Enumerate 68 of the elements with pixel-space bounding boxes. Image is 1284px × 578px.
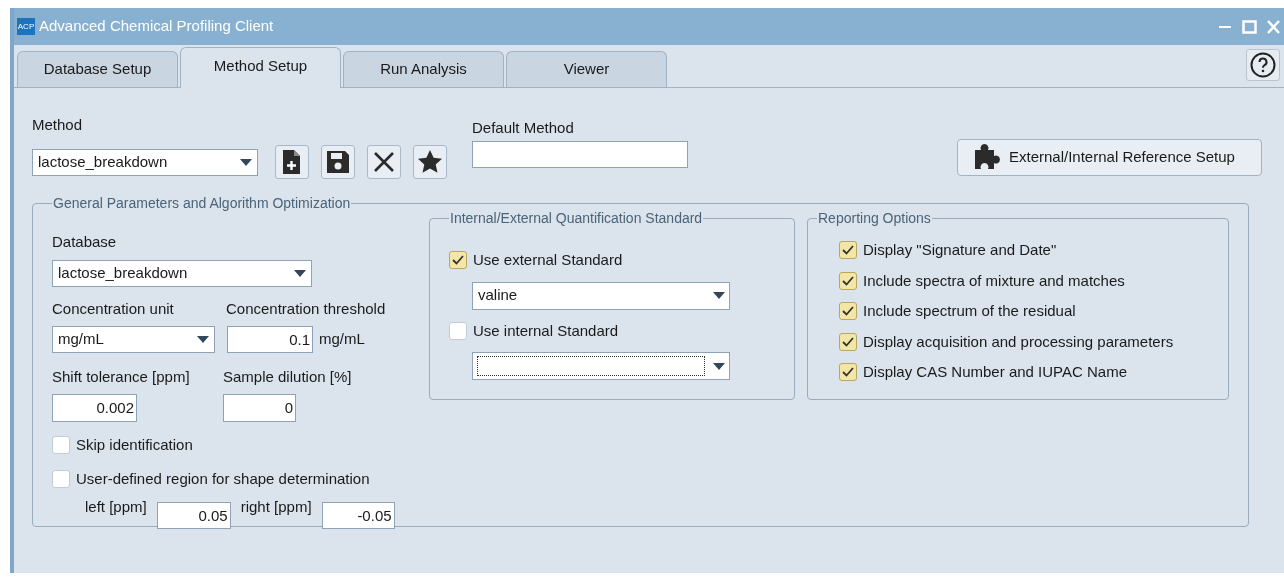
field-label: Default Method xyxy=(472,118,575,138)
checkbox[interactable] xyxy=(52,470,70,489)
delete-method-button[interactable] xyxy=(367,145,401,179)
window-title: Advanced Chemical Profiling Client xyxy=(39,16,274,37)
caret-icon xyxy=(713,362,725,370)
unit-dropdown[interactable]: mg/mL xyxy=(52,326,215,353)
standard-dropdown[interactable]: valine xyxy=(472,281,730,310)
checkmark-icon xyxy=(842,367,854,378)
checkbox-label[interactable]: Display "Signature and Date" xyxy=(863,239,1057,262)
caret-icon xyxy=(294,269,306,277)
field-label: Concentration threshold xyxy=(226,298,386,319)
checkbox[interactable] xyxy=(839,241,857,260)
checkmark-icon xyxy=(842,275,854,286)
checkmark-icon xyxy=(842,306,854,317)
checkbox[interactable] xyxy=(839,363,857,382)
right-ppm-field[interactable]: -0.05 xyxy=(321,501,395,529)
tab[interactable]: Database Setup xyxy=(17,51,178,87)
puzzle-piece-icon xyxy=(973,143,1001,172)
field-label: left [ppm] xyxy=(85,496,147,517)
shift-tolerance-field[interactable]: 0.002 xyxy=(52,393,137,422)
checkbox-label[interactable]: Use internal Standard xyxy=(473,319,619,342)
database-dropdown[interactable]: lactose_breakdown xyxy=(52,259,312,287)
left-ppm-field[interactable]: 0.05 xyxy=(156,501,231,529)
default-method-button[interactable] xyxy=(413,145,447,179)
dilution-field[interactable]: 0 xyxy=(223,393,296,422)
checkbox[interactable] xyxy=(839,302,857,321)
checkbox-label[interactable]: Include spectra of mixture and matches xyxy=(863,269,1125,292)
caret-icon xyxy=(197,336,209,343)
checkmark-icon xyxy=(452,255,464,266)
save-method-button[interactable] xyxy=(321,145,355,179)
caret-icon xyxy=(240,158,252,166)
checkbox-label[interactable]: User-defined region for shape determination xyxy=(76,468,370,491)
default-method-field[interactable] xyxy=(472,141,688,168)
group-title: Internal/External Quantification Standard xyxy=(449,209,704,228)
checkbox[interactable] xyxy=(839,332,857,351)
star-icon xyxy=(417,149,443,175)
method-dropdown[interactable]: lactose_breakdown xyxy=(32,148,258,176)
tab[interactable]: Run Analysis xyxy=(343,51,504,87)
threshold-field[interactable]: 0.1 xyxy=(227,326,313,353)
group-title: General Parameters and Algorithm Optimization xyxy=(52,194,352,213)
tab[interactable]: Method Setup xyxy=(180,47,341,88)
checkbox-label[interactable]: Display CAS Number and IUPAC Name xyxy=(863,361,1127,384)
checkbox[interactable] xyxy=(52,435,70,454)
checkbox[interactable] xyxy=(449,321,467,340)
field-label: Sample dilution [%] xyxy=(223,367,352,387)
checkbox-label[interactable]: Display acquisition and processing parameters xyxy=(863,330,1174,353)
new-method-button[interactable] xyxy=(275,145,309,179)
field-label: Database xyxy=(52,232,118,252)
checkbox[interactable] xyxy=(839,271,857,290)
help-icon xyxy=(1250,52,1276,78)
app-logo: ACP xyxy=(17,18,35,35)
field-label: right [ppm] xyxy=(240,496,312,517)
field-label: Shift tolerance [ppm] xyxy=(52,367,191,387)
group-title: Reporting Options xyxy=(817,209,932,228)
checkbox-label[interactable]: Use external Standard xyxy=(473,249,623,272)
checkmark-icon xyxy=(842,245,854,256)
field-label: Concentration unit xyxy=(52,298,175,319)
reference-setup-button[interactable]: External/Internal Reference Setup xyxy=(957,139,1262,176)
checkbox-label[interactable]: Include spectrum of the residual xyxy=(863,300,1076,323)
field-label: Method xyxy=(32,115,84,135)
checkbox-label[interactable]: Skip identification xyxy=(76,433,193,456)
checkbox[interactable] xyxy=(449,251,467,270)
help-button[interactable] xyxy=(1246,49,1280,81)
caret-icon xyxy=(713,292,725,299)
checkmark-icon xyxy=(842,336,854,347)
tab[interactable]: Viewer xyxy=(506,51,667,87)
unit-label: mg/mL xyxy=(319,329,365,350)
standard-dropdown[interactable] xyxy=(472,352,730,380)
